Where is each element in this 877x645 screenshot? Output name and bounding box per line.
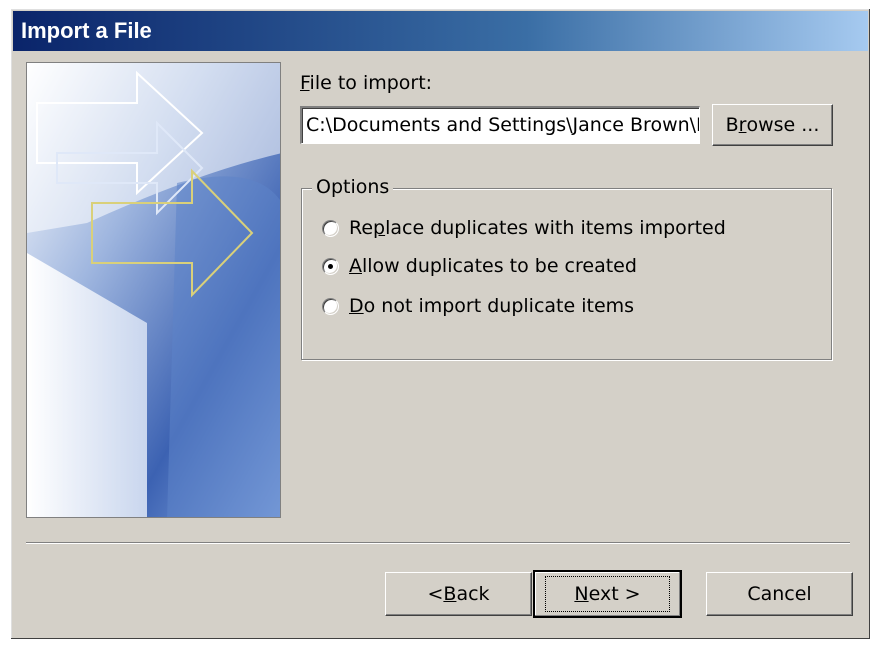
title-bar[interactable]: Import a File: [13, 11, 868, 51]
file-to-import-label: File to import:: [300, 72, 433, 94]
radio-allow-duplicates[interactable]: [322, 257, 339, 275]
option-replace-duplicates[interactable]: Replace duplicates with items imported: [322, 217, 726, 239]
radio-replace-duplicates[interactable]: [322, 219, 339, 237]
button-separator: [26, 542, 850, 544]
next-button[interactable]: Next >: [533, 570, 682, 618]
option-allow-duplicates[interactable]: Allow duplicates to be created: [322, 255, 637, 277]
options-group-label: Options: [312, 176, 394, 198]
back-button[interactable]: < Back: [385, 572, 532, 616]
cancel-button[interactable]: Cancel: [706, 572, 853, 616]
file-path-input[interactable]: C:\Documents and Settings\Jance Brown\My…: [300, 106, 700, 144]
radio-no-duplicates[interactable]: [322, 297, 339, 315]
next-button-focus: Next >: [545, 576, 670, 612]
option-no-duplicates[interactable]: Do not import duplicate items: [322, 295, 634, 317]
wizard-banner-image: [26, 62, 281, 518]
option-no-duplicates-label: Do not import duplicate items: [349, 295, 635, 317]
browse-button[interactable]: Br owse ...: [712, 104, 833, 146]
window-title: Import a File: [21, 18, 152, 43]
option-allow-label: Allow duplicates to be created: [349, 255, 637, 277]
wizard-arrow-graphic: [27, 63, 280, 517]
option-replace-label: Replace duplicates with items imported: [349, 217, 726, 239]
